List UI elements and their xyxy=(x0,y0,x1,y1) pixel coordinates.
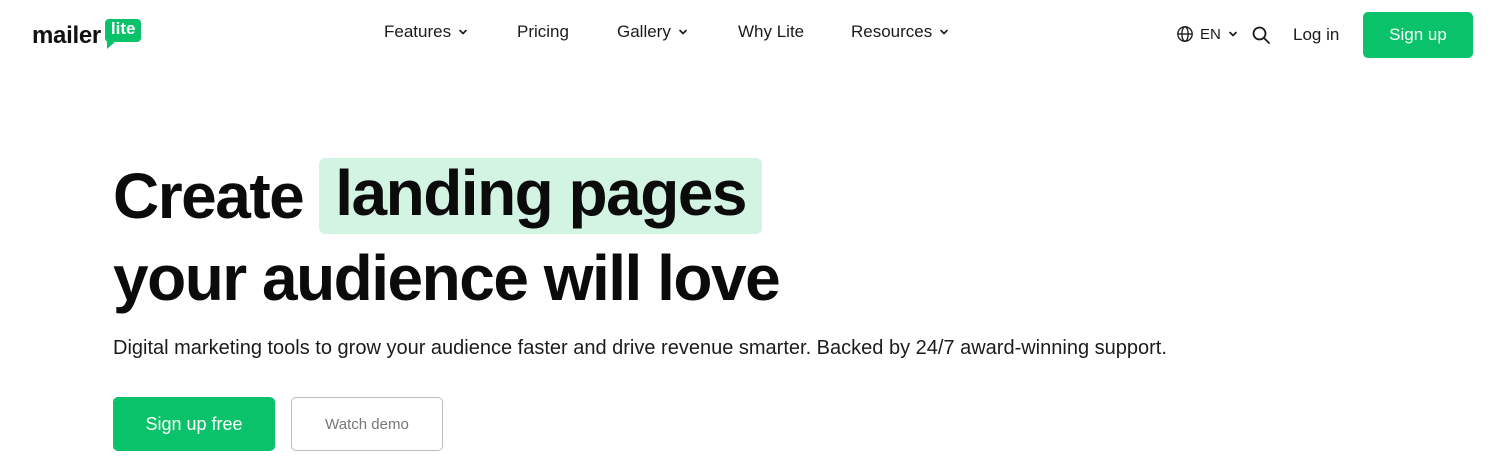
login-link[interactable]: Log in xyxy=(1293,25,1339,45)
search-icon[interactable] xyxy=(1251,25,1271,45)
chevron-down-icon xyxy=(679,29,687,35)
page: mailer lite Features Pricing Gallery Why… xyxy=(0,0,1498,462)
hero-title-highlight-box: landing pages xyxy=(319,158,762,234)
nav-item-resources[interactable]: Resources xyxy=(851,22,950,42)
hero-title-highlight: landing pages xyxy=(335,157,747,229)
chevron-down-icon xyxy=(1229,31,1237,37)
watch-demo-button[interactable]: Watch demo xyxy=(291,397,443,451)
nav-item-label: Resources xyxy=(851,22,933,41)
language-selector[interactable]: EN xyxy=(1176,25,1239,43)
logo-wordmark: mailer xyxy=(32,22,101,49)
mailerlite-logo[interactable]: mailer lite xyxy=(32,14,142,50)
nav-item-why-lite[interactable]: Why Lite xyxy=(738,22,804,42)
chevron-down-icon xyxy=(940,29,949,35)
nav-item-label: Features xyxy=(384,22,452,41)
language-label: EN xyxy=(1200,25,1221,43)
hero-title-line1: Create landing pages xyxy=(113,158,762,234)
signup-free-button[interactable]: Sign up free xyxy=(113,397,275,451)
hero-title-prefix: Create xyxy=(113,160,305,232)
hero-title-line2: your audience will love xyxy=(113,242,781,314)
logo-badge: lite xyxy=(104,19,142,49)
nav-item-label: Why Lite xyxy=(738,22,805,41)
signup-button[interactable]: Sign up xyxy=(1363,12,1473,58)
chevron-down-icon xyxy=(459,29,467,35)
nav-item-label: Gallery xyxy=(617,22,671,41)
nav-item-pricing[interactable]: Pricing xyxy=(517,22,569,42)
nav-item-gallery[interactable]: Gallery xyxy=(617,22,689,42)
nav-item-features[interactable]: Features xyxy=(384,22,469,42)
globe-icon xyxy=(1177,26,1193,42)
nav-item-label: Pricing xyxy=(517,22,569,41)
hero-subtitle: Digital marketing tools to grow your aud… xyxy=(113,337,1167,359)
